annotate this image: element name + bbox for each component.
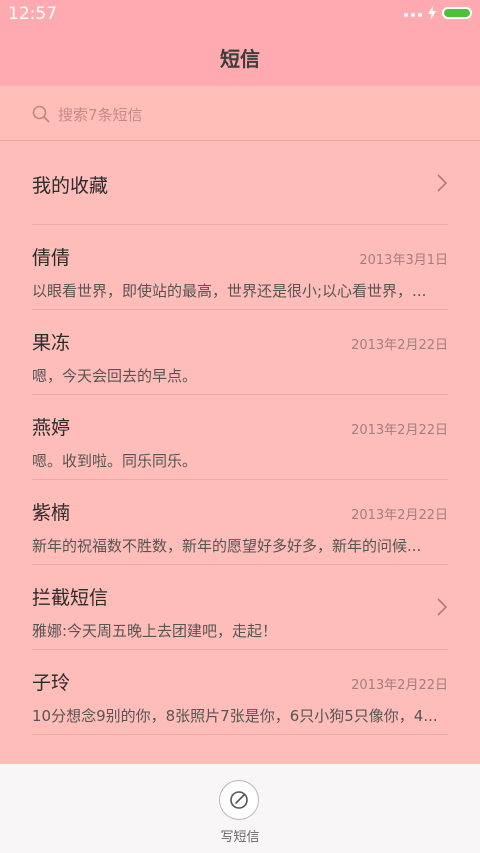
compose-button[interactable] xyxy=(219,780,259,820)
thread-date: 2013年2月22日 xyxy=(351,423,448,438)
thread-snippet: 以眼看世界，即使站的最高，世界还是很小;以心看世界，... xyxy=(32,282,427,300)
app-header: 短信 xyxy=(0,28,480,86)
thread-snippet: 嗯，今天会回去的早点。 xyxy=(32,367,198,385)
thread-date: 2013年2月22日 xyxy=(351,508,448,523)
thread-snippet: 雅娜:今天周五晚上去团建吧，走起！ xyxy=(32,622,278,640)
thread-snippet: 10分想念9别的你，8张照片7张是你，6只小狗5只像你，4... xyxy=(32,707,438,725)
status-bar: 12:57 xyxy=(0,0,480,28)
thread-snippet: 新年的祝福数不胜数，新年的愿望好多好多，新年的问候... xyxy=(32,537,422,555)
status-time: 12:57 xyxy=(8,4,57,24)
chevron-right-icon xyxy=(437,598,448,616)
compose-icon xyxy=(230,791,248,809)
thread-date: 2013年3月1日 xyxy=(359,253,448,268)
page-title: 短信 xyxy=(220,46,260,71)
thread-row[interactable]: 子玲 2013年2月22日 10分想念9别的你，8张照片7张是你，6只小狗5只像… xyxy=(32,650,448,735)
compose-label: 写短信 xyxy=(220,830,260,845)
thread-name: 果冻 xyxy=(32,332,71,354)
thread-row[interactable]: 燕婷 2013年2月22日 嗯。收到啦。同乐同乐。 xyxy=(32,395,448,480)
thread-date: 2013年2月22日 xyxy=(351,338,448,353)
search-icon xyxy=(32,105,50,123)
favorites-row[interactable]: 我的收藏 xyxy=(32,141,448,225)
bottom-bar: 写短信 xyxy=(0,764,480,853)
chevron-right-icon xyxy=(437,174,448,192)
thread-name: 拦截短信 xyxy=(32,587,109,609)
thread-name: 燕婷 xyxy=(32,417,71,439)
battery-icon xyxy=(442,7,472,19)
thread-name: 倩倩 xyxy=(32,247,71,269)
status-icons xyxy=(404,6,472,20)
thread-name: 紫楠 xyxy=(32,502,71,524)
thread-row[interactable]: 果冻 2013年2月22日 嗯，今天会回去的早点。 xyxy=(32,310,448,395)
thread-name: 子玲 xyxy=(32,672,71,694)
thread-row[interactable]: 紫楠 2013年2月22日 新年的祝福数不胜数，新年的愿望好多好多，新年的问候.… xyxy=(32,480,448,565)
thread-snippet: 嗯。收到啦。同乐同乐。 xyxy=(32,452,198,470)
blocked-messages-row[interactable]: 拦截短信 雅娜:今天周五晚上去团建吧，走起！ xyxy=(32,565,448,650)
charging-icon xyxy=(428,6,436,20)
search-input[interactable]: 搜索7条短信 xyxy=(58,104,143,125)
thread-row[interactable]: 倩倩 2013年3月1日 以眼看世界，即使站的最高，世界还是很小;以心看世界，.… xyxy=(32,225,448,310)
search-bar[interactable]: 搜索7条短信 xyxy=(0,86,480,141)
signal-dots-icon xyxy=(404,13,422,17)
favorites-label: 我的收藏 xyxy=(32,175,109,197)
thread-list: 我的收藏 倩倩 2013年3月1日 以眼看世界，即使站的最高，世界还是很小;以心… xyxy=(0,141,480,735)
thread-date: 2013年2月22日 xyxy=(351,678,448,693)
